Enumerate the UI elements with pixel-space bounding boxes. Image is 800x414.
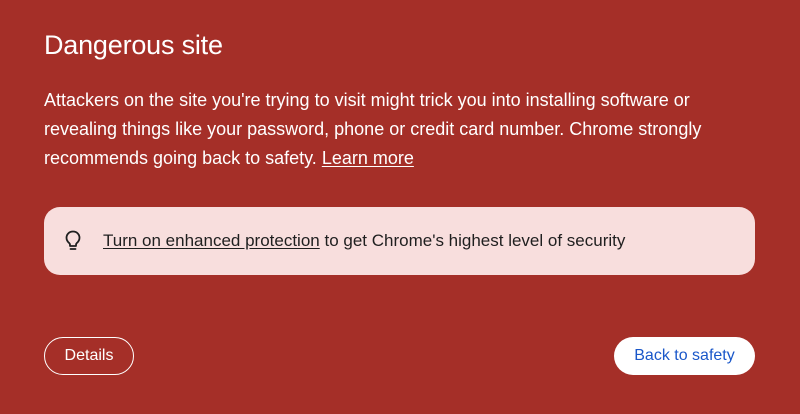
details-button[interactable]: Details [44,337,134,375]
back-to-safety-button[interactable]: Back to safety [614,337,755,375]
dangerous-site-interstitial: Dangerous site Attackers on the site you… [0,0,800,414]
enhanced-protection-banner: Turn on enhanced protection to get Chrom… [44,207,755,275]
enhanced-protection-suffix: to get Chrome's highest level of securit… [319,231,626,250]
enhanced-protection-text: Turn on enhanced protection to get Chrom… [103,231,625,251]
learn-more-link[interactable]: Learn more [322,148,414,168]
page-title: Dangerous site [44,30,223,60]
lightbulb-icon [64,230,82,252]
warning-message: Attackers on the site you're trying to v… [44,86,744,173]
enhanced-protection-link[interactable]: Turn on enhanced protection [103,231,320,250]
